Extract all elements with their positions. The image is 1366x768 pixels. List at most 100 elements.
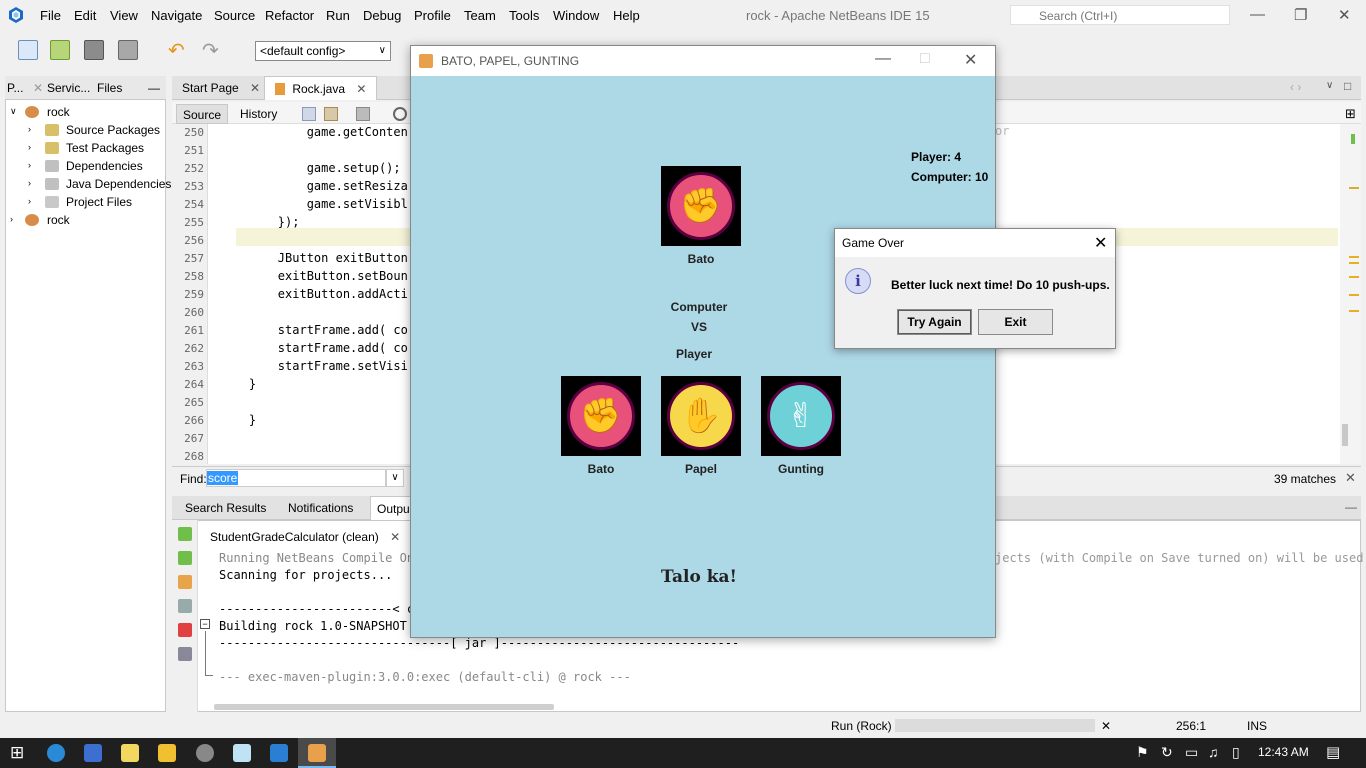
- tab-projects[interactable]: P...: [7, 81, 23, 95]
- file-explorer-icon[interactable]: [158, 744, 176, 762]
- network-icon[interactable]: ▭: [1185, 744, 1198, 761]
- find-icon[interactable]: [393, 107, 407, 121]
- close-icon[interactable]: ✕: [390, 530, 400, 544]
- save-all-icon[interactable]: [118, 40, 138, 60]
- stop-icon[interactable]: [178, 575, 192, 589]
- menu-tools[interactable]: Tools: [509, 8, 539, 23]
- clock[interactable]: 12:43 AM: [1258, 745, 1309, 759]
- tools-icon[interactable]: [178, 647, 192, 661]
- close-icon[interactable]: ✕: [356, 82, 366, 96]
- collapsed-icon[interactable]: ›: [28, 124, 31, 134]
- notes-icon[interactable]: [121, 744, 139, 762]
- expand-icon[interactable]: ∨: [10, 106, 17, 117]
- settings-icon[interactable]: [178, 599, 192, 613]
- tab-files[interactable]: Files: [97, 81, 122, 95]
- run-status[interactable]: Run (Rock): [831, 719, 892, 733]
- bato-button[interactable]: ✊: [561, 376, 641, 456]
- minimize-panel-icon[interactable]: —: [148, 81, 160, 95]
- maximize-icon[interactable]: □: [1344, 79, 1351, 93]
- new-file-icon[interactable]: [18, 40, 38, 60]
- tab-history[interactable]: History: [234, 104, 283, 124]
- collapsed-icon[interactable]: ›: [28, 142, 31, 152]
- forward-icon[interactable]: [356, 107, 370, 121]
- tab-list-icon[interactable]: ∨: [1326, 80, 1333, 91]
- tree-item-dependencies[interactable]: Dependencies: [66, 159, 143, 173]
- tab-source[interactable]: Source: [176, 104, 229, 124]
- close-icon[interactable]: ✕: [1338, 6, 1351, 24]
- netbeans-taskbar-icon[interactable]: [84, 744, 102, 762]
- tab-search-results[interactable]: Search Results: [185, 501, 266, 515]
- collapsed-icon[interactable]: ›: [28, 160, 31, 170]
- horizontal-scrollbar[interactable]: [214, 704, 554, 710]
- close-find-icon[interactable]: ✕: [1345, 470, 1356, 486]
- output-subtab[interactable]: StudentGradeCalculator (clean) ✕: [200, 527, 410, 549]
- menu-view[interactable]: View: [110, 8, 138, 23]
- edge-icon[interactable]: [47, 744, 65, 762]
- app-icon[interactable]: [196, 744, 214, 762]
- minimize-icon[interactable]: —: [875, 50, 891, 68]
- chevron-down-icon[interactable]: ∨: [386, 469, 404, 487]
- game-titlebar[interactable]: BATO, PAPEL, GUNTING: [411, 46, 995, 76]
- close-icon[interactable]: ✕: [1094, 233, 1107, 253]
- undo-icon[interactable]: ↶: [168, 38, 185, 63]
- ide-search-input[interactable]: Search (Ctrl+I): [1010, 5, 1230, 25]
- vscode-icon[interactable]: [270, 744, 288, 762]
- minimize-panel-icon[interactable]: —: [1345, 500, 1357, 514]
- tab-rock-java[interactable]: Rock.java ✕: [264, 76, 378, 100]
- collapse-icon[interactable]: −: [200, 619, 210, 629]
- menu-team[interactable]: Team: [464, 8, 496, 23]
- menu-window[interactable]: Window: [553, 8, 599, 23]
- windows-defender-icon[interactable]: ⚑: [1136, 744, 1149, 761]
- tree-item-rock[interactable]: rock: [47, 105, 70, 119]
- stop-build-icon[interactable]: [178, 623, 192, 637]
- close-icon[interactable]: ✕: [250, 81, 260, 95]
- windows-start-icon[interactable]: ⊞: [10, 743, 24, 763]
- close-icon[interactable]: ✕: [964, 50, 977, 70]
- menu-debug[interactable]: Debug: [363, 8, 401, 23]
- tree-item-rock-2[interactable]: rock: [47, 213, 70, 227]
- last-edit-icon[interactable]: [302, 107, 316, 121]
- battery-icon[interactable]: ▯: [1232, 744, 1240, 761]
- cancel-icon[interactable]: ✕: [1101, 719, 1111, 733]
- sync-icon[interactable]: ↻: [1161, 744, 1173, 761]
- scroll-thumb[interactable]: [1342, 424, 1348, 446]
- restore-icon[interactable]: ❐: [1294, 6, 1307, 24]
- back-icon[interactable]: [324, 107, 338, 121]
- tab-scroll-left-icon[interactable]: ‹ ›: [1290, 80, 1301, 94]
- split-icon[interactable]: ⊞: [1345, 106, 1356, 122]
- menu-edit[interactable]: Edit: [74, 8, 96, 23]
- find-input[interactable]: score: [206, 469, 386, 487]
- tab-output[interactable]: Outpu: [370, 496, 411, 520]
- tree-item-source-packages[interactable]: Source Packages: [66, 123, 160, 137]
- tree-item-java-dependencies[interactable]: Java Dependencies: [66, 177, 171, 191]
- tab-start-page[interactable]: Start Page ✕: [172, 76, 270, 100]
- close-icon[interactable]: ✕: [33, 81, 43, 95]
- notifications-icon[interactable]: ▤: [1326, 743, 1340, 761]
- menu-run[interactable]: Run: [326, 8, 350, 23]
- menu-navigate[interactable]: Navigate: [151, 8, 202, 23]
- rerun-icon[interactable]: [178, 527, 192, 541]
- java-app-taskbar-item[interactable]: [298, 738, 336, 768]
- try-again-button[interactable]: Try Again: [897, 309, 972, 335]
- config-select[interactable]: <default config> ∨: [255, 41, 391, 61]
- menu-source[interactable]: Source: [214, 8, 255, 23]
- collapsed-icon[interactable]: ›: [10, 214, 13, 224]
- volume-icon[interactable]: ♫: [1208, 744, 1219, 760]
- menu-profile[interactable]: Profile: [414, 8, 451, 23]
- new-project-icon[interactable]: [50, 40, 70, 60]
- menu-refactor[interactable]: Refactor: [265, 8, 314, 23]
- minimize-icon[interactable]: —: [1250, 6, 1265, 23]
- redo-icon[interactable]: ↷: [202, 38, 219, 63]
- tree-item-project-files[interactable]: Project Files: [66, 195, 132, 209]
- menu-file[interactable]: File: [40, 8, 61, 23]
- open-project-icon[interactable]: [84, 40, 104, 60]
- editor-error-stripe[interactable]: [1340, 124, 1361, 464]
- collapsed-icon[interactable]: ›: [28, 178, 31, 188]
- notepad-icon[interactable]: [233, 744, 251, 762]
- rerun-with-params-icon[interactable]: [178, 551, 192, 565]
- collapsed-icon[interactable]: ›: [28, 196, 31, 206]
- gunting-button[interactable]: ✌: [761, 376, 841, 456]
- tree-item-test-packages[interactable]: Test Packages: [66, 141, 144, 155]
- menu-help[interactable]: Help: [613, 8, 640, 23]
- dialog-titlebar[interactable]: Game Over: [835, 229, 1115, 257]
